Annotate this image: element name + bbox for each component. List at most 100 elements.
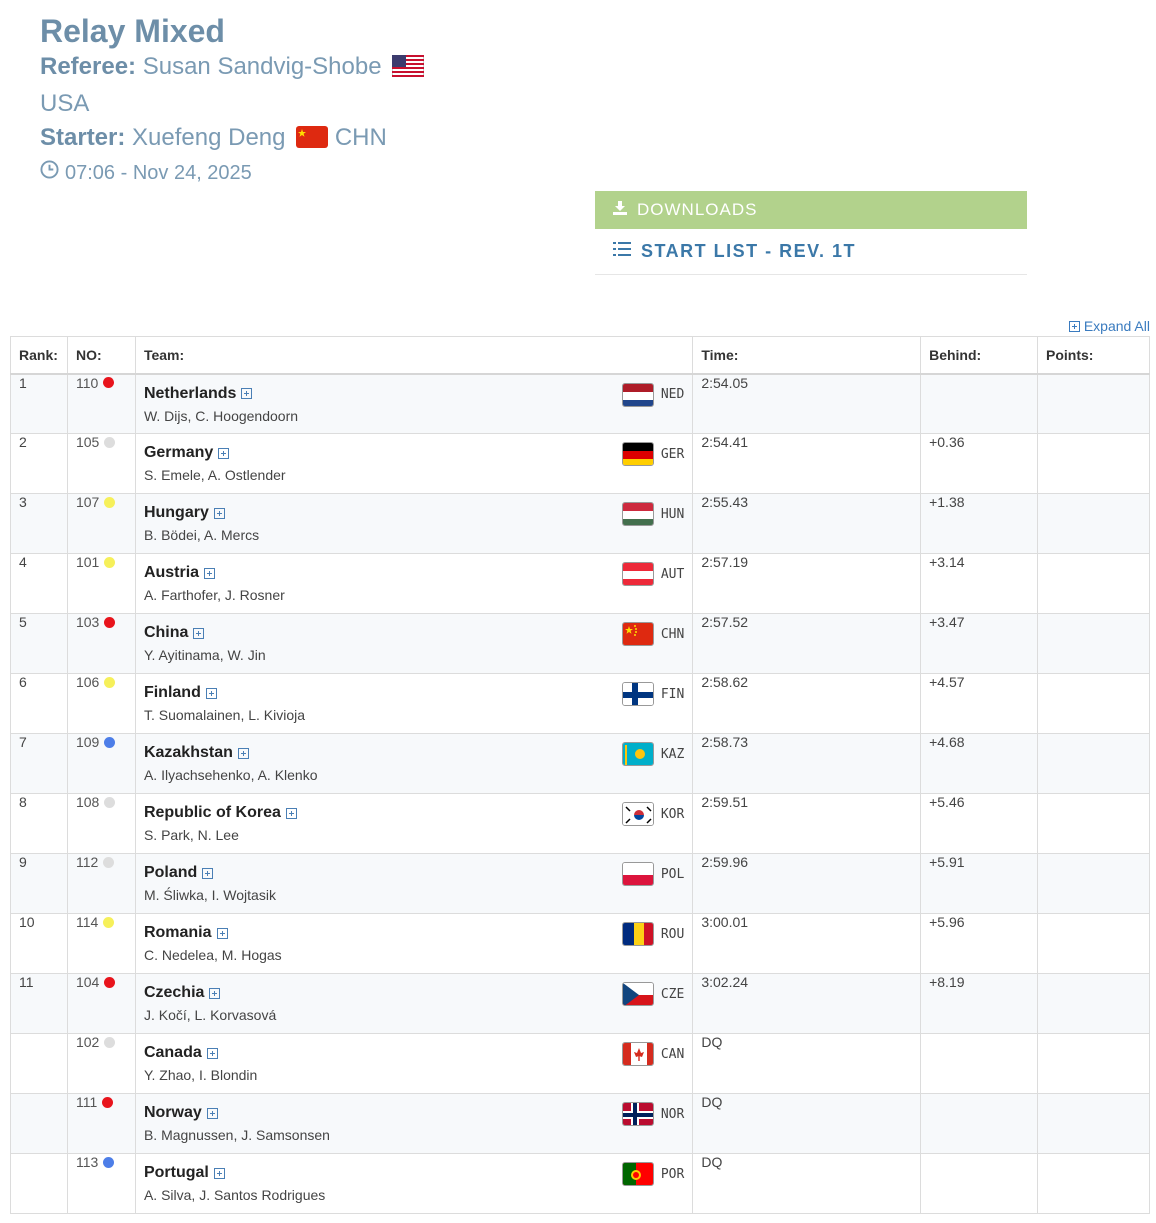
rank-cell: 9	[10, 853, 68, 914]
team-members: M. Śliwka, I. Wojtasik	[143, 887, 276, 903]
por-flag-icon	[621, 1162, 654, 1186]
team-cell: Austria A. Farthofer, J. Rosner AUT	[134, 553, 694, 614]
nation: NOR	[621, 1102, 685, 1126]
team-expand-toggle[interactable]: Finland	[144, 684, 684, 702]
helmet-color-icon	[104, 1036, 116, 1048]
behind-cell: +5.91	[920, 853, 1039, 914]
rank-cell: 10	[10, 913, 68, 974]
col-header-time[interactable]: Time:	[692, 336, 922, 375]
team-expand-toggle[interactable]: Republic of Korea	[144, 804, 684, 822]
team-name: Republic of Korea	[143, 804, 281, 821]
nation: AUT	[621, 562, 684, 586]
bib-cell: 111	[66, 1093, 136, 1154]
china-flag-icon	[296, 124, 329, 158]
team-expand-toggle[interactable]: Canada	[144, 1044, 684, 1062]
bib-cell: 113	[66, 1153, 136, 1214]
team-name: Romania	[143, 924, 212, 941]
starter-label: Starter:	[40, 124, 126, 151]
team-name: Poland	[143, 864, 198, 881]
rank-cell: 2	[10, 433, 68, 494]
expand-plus-icon[interactable]	[241, 388, 253, 399]
points-cell	[1037, 673, 1150, 734]
nation-code: GER	[660, 446, 685, 462]
expand-plus-icon[interactable]	[204, 567, 216, 579]
col-header-team[interactable]: Team:	[134, 336, 694, 375]
nation-code: NOR	[660, 1106, 685, 1122]
helmet-color-icon	[104, 556, 116, 568]
expand-plus-icon[interactable]	[216, 927, 228, 939]
bib-cell: 114	[66, 913, 136, 974]
team-expand-toggle[interactable]: Romania	[144, 924, 684, 942]
team-members: S. Park, N. Lee	[143, 827, 239, 843]
bib-cell: 108	[66, 793, 136, 854]
datetime-text: 07:06 - Nov 24, 2025	[65, 162, 252, 184]
start-list-download-link[interactable]: START LIST - REV. 1T	[595, 229, 1027, 275]
rank-cell	[10, 1153, 68, 1214]
team-expand-toggle[interactable]: Poland	[144, 864, 684, 882]
behind-cell	[920, 373, 1039, 434]
team-expand-toggle[interactable]: Kazakhstan	[144, 744, 684, 762]
points-cell	[1037, 1033, 1150, 1094]
col-header-points[interactable]: Points:	[1037, 336, 1150, 375]
points-cell	[1037, 853, 1150, 914]
expand-all-link[interactable]: Expand All	[1068, 318, 1150, 334]
starter-line: Starter: Xuefeng Deng CHN	[40, 121, 424, 158]
expand-plus-icon[interactable]	[193, 627, 205, 639]
team-members: Y. Zhao, I. Blondin	[143, 1067, 258, 1083]
expand-plus-icon[interactable]	[213, 507, 225, 519]
nation-code: POR	[660, 1166, 685, 1182]
behind-cell: +1.38	[920, 493, 1039, 554]
expand-plus-icon[interactable]	[213, 1167, 225, 1179]
team-expand-toggle[interactable]: Germany	[144, 444, 684, 462]
team-expand-toggle[interactable]: Hungary	[144, 504, 684, 522]
team-name: Czechia	[143, 984, 205, 1001]
referee-line: Referee: Susan Sandvig-Shobe	[40, 50, 425, 87]
nation-code: KAZ	[660, 746, 685, 762]
team-expand-toggle[interactable]: China	[144, 624, 684, 642]
bib-number: 111	[75, 1094, 98, 1110]
col-header-rank[interactable]: Rank:	[10, 336, 68, 375]
expand-plus-icon[interactable]	[209, 987, 221, 999]
expand-plus-icon[interactable]	[205, 687, 217, 699]
team-expand-toggle[interactable]: Austria	[144, 564, 684, 582]
expand-plus-icon[interactable]	[218, 447, 230, 459]
table-row: 11 104 Czechia J. Kočí, L. Korvasová CZE 3:02…	[10, 973, 1150, 1034]
team-expand-toggle[interactable]: Netherlands	[144, 385, 684, 403]
col-header-behind[interactable]: Behind:	[920, 336, 1039, 375]
team-cell: Romania C. Nedelea, M. Hogas ROU	[134, 913, 694, 974]
team-name: Finland	[143, 684, 201, 701]
points-cell	[1037, 733, 1150, 794]
rank-cell: 8	[10, 793, 68, 854]
can-flag-icon	[621, 1042, 654, 1066]
team-expand-toggle[interactable]: Norway	[144, 1104, 684, 1122]
team-cell: China Y. Ayitinama, W. Jin CHN	[134, 613, 694, 674]
bib-cell: 106	[66, 673, 136, 734]
expand-plus-icon[interactable]	[206, 1107, 218, 1119]
expand-plus-icon[interactable]	[202, 867, 214, 879]
nation-code: POL	[660, 866, 685, 882]
team-name: China	[143, 624, 189, 641]
bib-cell: 112	[66, 853, 136, 914]
nation-code: KOR	[660, 806, 685, 822]
nation-code: CAN	[660, 1046, 685, 1062]
table-row: 9 112 Poland M. Śliwka, I. Wojtasik POL 2:59.…	[10, 853, 1150, 914]
ger-flag-icon	[621, 442, 654, 466]
team-members: C. Nedelea, M. Hogas	[143, 947, 282, 963]
team-cell: Germany S. Emele, A. Ostlender GER	[134, 433, 694, 494]
team-expand-toggle[interactable]: Czechia	[144, 984, 684, 1002]
download-icon	[613, 200, 627, 220]
bib-number: 112	[75, 854, 99, 870]
col-header-no[interactable]: NO:	[66, 336, 136, 375]
expand-plus-icon[interactable]	[237, 747, 249, 759]
points-cell	[1037, 493, 1150, 554]
nation: NED	[621, 382, 684, 407]
expand-plus-icon[interactable]	[285, 807, 297, 819]
team-cell: Finland T. Suomalainen, L. Kivioja FIN	[134, 673, 694, 734]
nation-code: FIN	[660, 686, 685, 702]
rank-cell: 6	[10, 673, 68, 734]
bib-number: 103	[75, 614, 100, 630]
expand-plus-icon[interactable]	[206, 1047, 218, 1059]
nor-flag-icon	[621, 1102, 654, 1126]
team-expand-toggle[interactable]: Portugal	[144, 1164, 684, 1182]
kaz-flag-icon	[621, 742, 654, 766]
